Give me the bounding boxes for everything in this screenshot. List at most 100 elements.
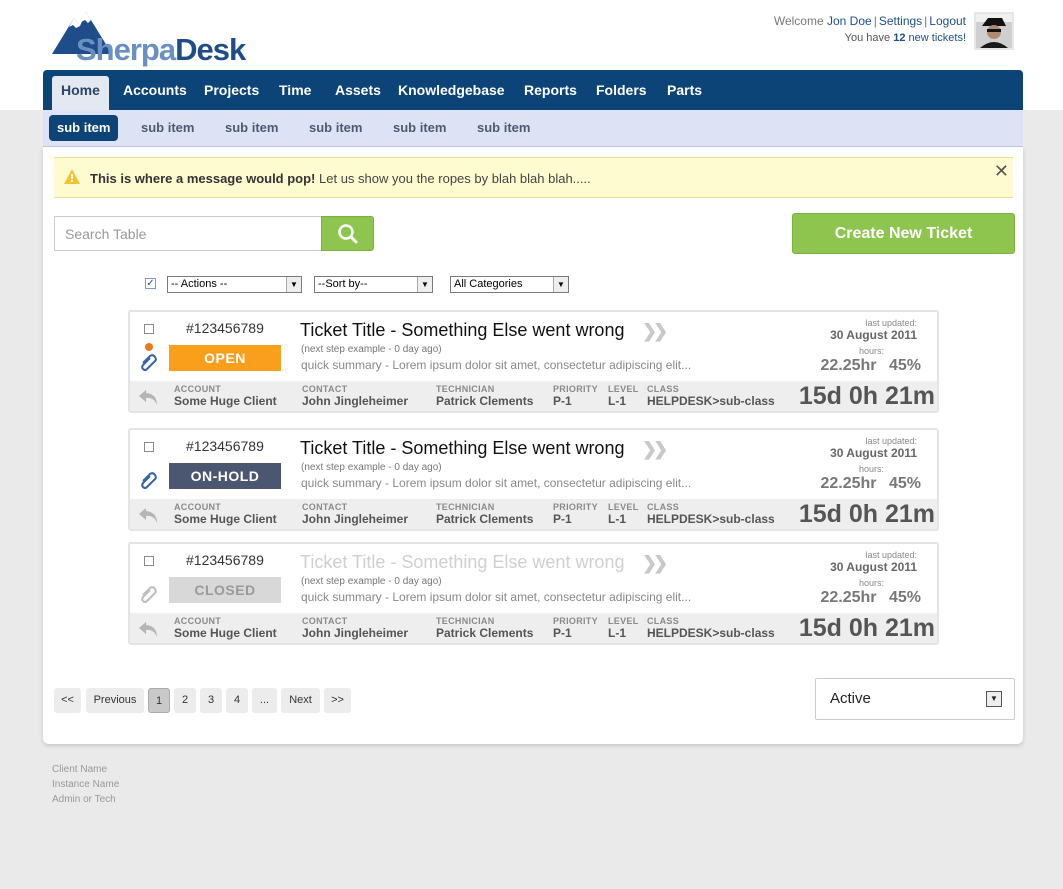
hours-label: hours: — [858, 464, 884, 474]
subtab-3[interactable]: sub item — [217, 115, 286, 141]
hours-value: 22.25hr 45% — [820, 357, 921, 374]
ticket-number[interactable]: #123456789 — [186, 552, 264, 568]
last-page-button[interactable]: >> — [324, 688, 351, 713]
dropdown-arrow-icon: ▼ — [553, 277, 568, 292]
tab-time[interactable]: Time — [279, 76, 311, 110]
technician-value[interactable]: Patrick Clements — [436, 626, 533, 640]
reply-icon[interactable] — [138, 620, 160, 638]
technician-value[interactable]: Patrick Clements — [436, 394, 533, 408]
dropdown-arrow-icon: ▼ — [986, 691, 1002, 707]
status-filter-select[interactable]: Active ▼ — [815, 678, 1015, 720]
actions-select[interactable]: -- Actions -- ▼ — [167, 276, 302, 293]
categories-select[interactable]: All Categories ▼ — [450, 276, 569, 293]
technician-value[interactable]: Patrick Clements — [436, 512, 533, 526]
main-nav: Home Accounts Projects Time Assets Knowl… — [43, 70, 1023, 110]
ticket-footer: ACCOUNT Some Huge Client CONTACT John Jing… — [130, 381, 937, 411]
reply-icon[interactable] — [138, 388, 160, 406]
ticket-checkbox[interactable] — [144, 324, 154, 334]
level-value: L-1 — [608, 626, 626, 640]
subtab-6[interactable]: sub item — [469, 115, 538, 141]
logout-link[interactable]: Logout — [929, 14, 966, 28]
page-ellipsis[interactable]: ... — [252, 688, 277, 713]
chevron-right-icon[interactable]: ❯❯ — [642, 321, 668, 342]
ticket-card[interactable]: #123456789 ON-HOLD Ticket Title - Someth… — [128, 428, 939, 531]
ticket-number[interactable]: #123456789 — [186, 438, 264, 454]
page-button-3[interactable]: 3 — [200, 688, 222, 713]
search-input[interactable] — [54, 216, 322, 251]
message-banner: This is where a message would pop! Let u… — [54, 157, 1013, 198]
elapsed-time: 15d 0h 21m — [798, 382, 935, 410]
attachment-icon[interactable] — [140, 472, 158, 490]
status-badge: OPEN — [169, 345, 281, 371]
tab-parts[interactable]: Parts — [667, 76, 702, 110]
warning-icon — [64, 169, 80, 184]
ticket-card[interactable]: #123456789 OPEN Ticket Title - Something… — [128, 310, 939, 413]
chevron-right-icon[interactable]: ❯❯ — [642, 439, 668, 460]
user-name-link[interactable]: Jon Doe — [827, 14, 872, 28]
account-value[interactable]: Some Huge Client — [174, 626, 277, 640]
subtab-4[interactable]: sub item — [301, 115, 370, 141]
subtab-1[interactable]: sub item — [49, 115, 119, 141]
tab-knowledgebase[interactable]: Knowledgebase — [398, 76, 505, 110]
create-ticket-button[interactable]: Create New Ticket — [792, 213, 1015, 254]
tab-assets[interactable]: Assets — [335, 76, 381, 110]
subtab-5[interactable]: sub item — [385, 115, 454, 141]
account-value[interactable]: Some Huge Client — [174, 512, 277, 526]
search-button[interactable] — [321, 216, 374, 251]
last-updated: last updated: 30 August 2011 — [830, 550, 917, 574]
tab-accounts[interactable]: Accounts — [123, 76, 187, 110]
priority-value: P-1 — [553, 394, 572, 408]
tab-folders[interactable]: Folders — [596, 76, 647, 110]
sort-select[interactable]: --Sort by-- ▼ — [314, 276, 433, 293]
new-tickets-prefix: You have — [844, 32, 891, 44]
ticket-title[interactable]: Ticket Title - Something Else went wrong — [300, 320, 624, 341]
next-page-button[interactable]: Next — [281, 688, 320, 713]
ticket-card[interactable]: #123456789 CLOSED Ticket Title - Somethi… — [128, 542, 939, 645]
page-button-1[interactable]: 1 — [148, 688, 170, 713]
ticket-checkbox[interactable] — [144, 556, 154, 566]
next-step: (next step example - 0 day ago) — [301, 576, 442, 587]
class-value: HELPDESK>sub-class — [647, 626, 775, 640]
settings-link[interactable]: Settings — [879, 14, 922, 28]
ticket-summary: quick summary - Lorem ipsum dolor sit am… — [301, 590, 692, 604]
first-page-button[interactable]: << — [54, 688, 81, 713]
new-tickets-suffix[interactable]: new tickets! — [909, 32, 966, 44]
close-icon[interactable]: ✕ — [994, 161, 1009, 182]
new-tickets-count[interactable]: 12 — [893, 32, 905, 44]
tab-reports[interactable]: Reports — [524, 76, 577, 110]
tab-home[interactable]: Home — [52, 76, 109, 110]
subtab-2[interactable]: sub item — [133, 115, 202, 141]
reply-icon[interactable] — [138, 506, 160, 524]
attachment-icon[interactable] — [140, 354, 158, 372]
ticket-title[interactable]: Ticket Title - Something Else went wrong — [300, 552, 624, 573]
contact-value[interactable]: John Jingleheimer — [302, 626, 408, 640]
hours-value: 22.25hr 45% — [820, 589, 921, 606]
user-welcome: Welcome Jon Doe | Settings | Logout You have… — [773, 14, 966, 44]
previous-page-button[interactable]: Previous — [86, 688, 144, 713]
select-all-checkbox[interactable]: ✓ — [145, 278, 156, 289]
page-button-2[interactable]: 2 — [174, 688, 196, 713]
user-photo-icon — [976, 14, 1012, 48]
dropdown-arrow-icon: ▼ — [286, 277, 301, 292]
attachment-icon[interactable] — [140, 586, 158, 604]
ticket-title[interactable]: Ticket Title - Something Else went wrong — [300, 438, 624, 459]
elapsed-time: 15d 0h 21m — [798, 500, 935, 528]
chevron-right-icon[interactable]: ❯❯ — [642, 553, 668, 574]
priority-value: P-1 — [553, 512, 572, 526]
ticket-summary: quick summary - Lorem ipsum dolor sit am… — [301, 358, 692, 372]
account-value[interactable]: Some Huge Client — [174, 394, 277, 408]
ticket-checkbox[interactable] — [144, 442, 154, 452]
tab-projects[interactable]: Projects — [204, 76, 259, 110]
page-button-4[interactable]: 4 — [226, 688, 248, 713]
new-indicator-dot — [145, 343, 153, 351]
sherpadesk-logo[interactable]: SherpaDesk — [52, 10, 252, 67]
footer-info: Client Name Instance Name Admin or Tech — [52, 762, 119, 807]
welcome-label: Welcome — [773, 14, 824, 28]
next-step: (next step example - 0 day ago) — [301, 344, 442, 355]
contact-value[interactable]: John Jingleheimer — [302, 512, 408, 526]
contact-value[interactable]: John Jingleheimer — [302, 394, 408, 408]
ticket-summary: quick summary - Lorem ipsum dolor sit am… — [301, 476, 692, 490]
sub-nav: sub item sub item sub item sub item sub … — [43, 110, 1023, 147]
ticket-number[interactable]: #123456789 — [186, 320, 264, 336]
avatar[interactable] — [974, 12, 1014, 50]
